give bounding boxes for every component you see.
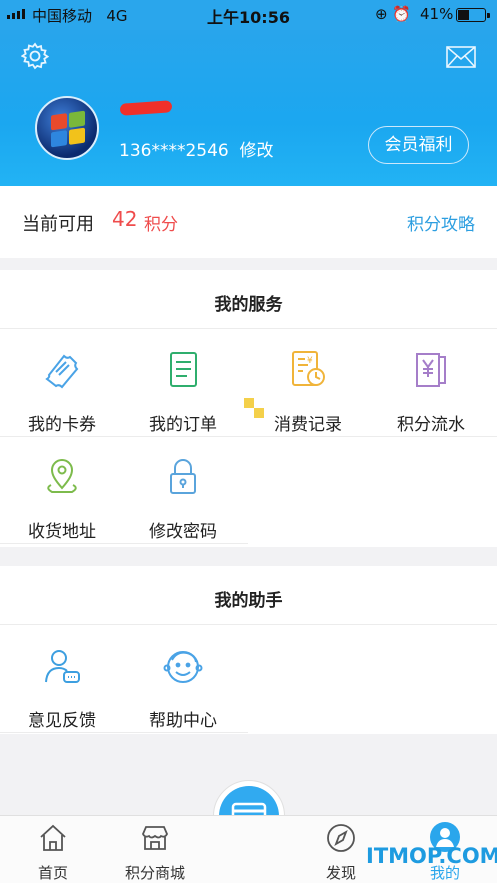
service-item-change-password[interactable]: 修改密码 (121, 457, 245, 542)
points-row: 当前可用 42 积分 积分攻略 (0, 186, 497, 258)
helper-item-label: 帮助中心 (149, 711, 217, 731)
compass-icon (327, 824, 355, 852)
service-item-consumption[interactable]: ¥ 消费记录 (246, 350, 370, 435)
avatar[interactable] (35, 96, 99, 160)
envelope-icon[interactable] (446, 46, 476, 68)
shop-icon (142, 826, 168, 850)
points-value: 42 (112, 207, 138, 231)
services-title: 我的服务 (214, 295, 283, 315)
order-list-icon (170, 352, 197, 387)
service-item-points-flow[interactable]: 积分流水 (369, 350, 493, 435)
alarm-icon: ⊕ ⏰ (375, 5, 412, 23)
battery-percent: 41% (420, 5, 454, 23)
svg-text:¥: ¥ (307, 356, 313, 366)
windows-logo-icon (51, 110, 85, 148)
service-item-label: 收货地址 (28, 522, 96, 542)
gear-icon[interactable] (21, 42, 49, 70)
phone-number: 136****2546 修改 (119, 141, 274, 161)
feedback-person-icon (45, 650, 80, 683)
tab-label: 首页 (37, 864, 68, 882)
ticket-icon (45, 354, 79, 389)
service-item-label: 我的卡券 (28, 415, 96, 435)
points-label: 当前可用 (22, 214, 94, 235)
helper-item-feedback[interactable]: 意见反馈 (0, 646, 124, 731)
service-item-orders[interactable]: 我的订单 (121, 350, 245, 435)
helper-item-label: 意见反馈 (28, 711, 96, 731)
status-bar: 中国移动 4G 上午10:56 ⊕ ⏰ 41% (0, 0, 497, 30)
tab-home[interactable]: 首页 (8, 816, 98, 883)
helper-title: 我的助手 (214, 591, 283, 611)
service-item-label: 我的订单 (149, 415, 217, 435)
points-strategy-link[interactable]: 积分攻略 (407, 210, 475, 235)
receipt-clock-icon: ¥ (292, 351, 325, 386)
service-item-label: 修改密码 (149, 522, 217, 542)
service-item-address[interactable]: 收货地址 (0, 457, 124, 542)
tab-points-mall[interactable]: 积分商城 (110, 816, 200, 883)
location-pin-icon (47, 459, 77, 493)
service-item-label: 消费记录 (274, 415, 342, 435)
profile-header: 136****2546 修改 会员福利 (0, 30, 497, 186)
watermark: ITMOP.COM (366, 844, 497, 868)
padlock-icon (170, 459, 196, 494)
smiley-face-icon (163, 651, 203, 683)
tab-label: 积分商城 (124, 864, 185, 882)
services-section: 我的服务 我的卡券 我的订单 ¥ 消费记录 积分流水 收货地址 修改密码 (0, 270, 497, 547)
helper-item-help-center[interactable]: 帮助中心 (121, 646, 245, 731)
home-icon (40, 824, 66, 851)
redacted-username (119, 100, 173, 116)
vip-benefits-button[interactable]: 会员福利 (368, 126, 469, 164)
points-unit: 积分 (144, 215, 178, 235)
battery-icon (456, 8, 490, 22)
yen-document-icon (416, 353, 446, 387)
helper-section: 我的助手 意见反馈 帮助中心 (0, 566, 497, 734)
service-item-coupons[interactable]: 我的卡券 (0, 350, 124, 435)
edit-link[interactable]: 修改 (240, 141, 274, 161)
service-item-label: 积分流水 (397, 415, 465, 435)
